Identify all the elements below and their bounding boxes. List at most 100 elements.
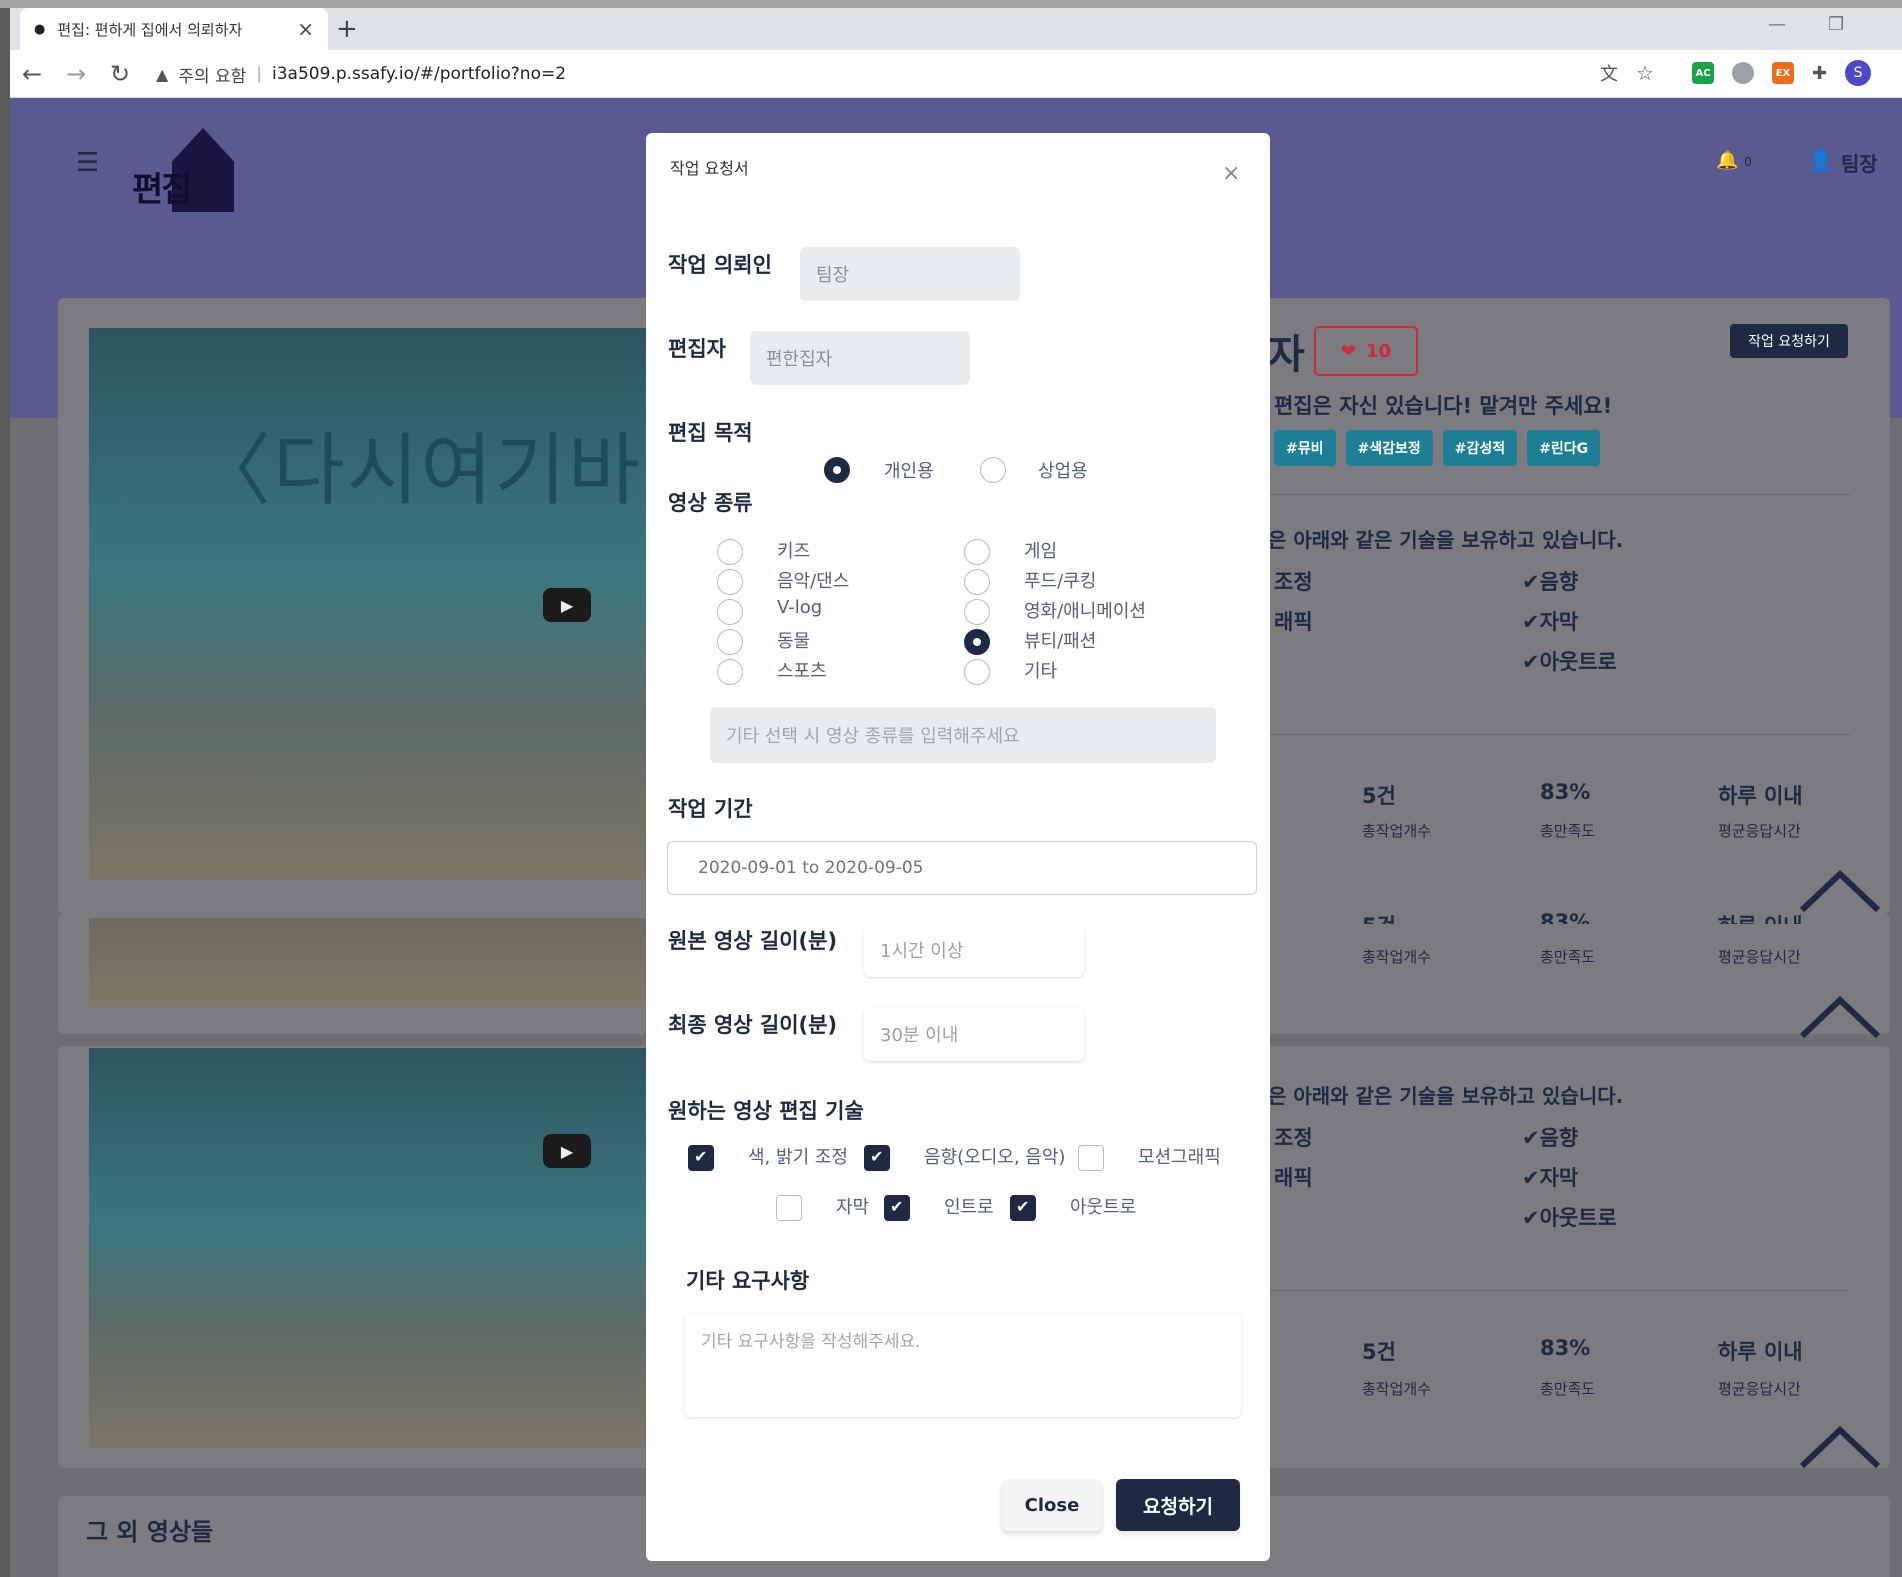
tag-list: #뮤비 #색감보정 #감성적 #린다G — [1274, 430, 1601, 466]
translate-icon[interactable]: 文 — [1600, 60, 1618, 86]
reload-icon[interactable]: ↻ — [110, 60, 130, 88]
radio-label: 음악/댄스 — [777, 571, 850, 592]
tab-title: 편집: 편하게 집에서 의뢰하자 — [57, 20, 243, 39]
skills-label: 원하는 영상 편집 기술 — [668, 1099, 864, 1123]
tag-chip[interactable]: #색감보정 — [1345, 430, 1433, 466]
play-icon[interactable]: ▶ — [543, 588, 591, 622]
like-button[interactable]: ❤ 10 — [1314, 326, 1418, 376]
tag-chip[interactable]: #뮤비 — [1274, 430, 1336, 466]
checkbox-motion-graphics[interactable] — [1078, 1145, 1104, 1171]
extension-ex-icon[interactable]: EX — [1772, 62, 1794, 84]
stat-label: 총작업개수 — [1362, 822, 1432, 840]
period-label: 작업 기간 — [668, 797, 753, 821]
stat-value: 83% — [1540, 780, 1591, 804]
tag-chip[interactable]: #감성적 — [1442, 430, 1518, 466]
stat-label: 평균응답시간 — [1718, 822, 1801, 840]
url-text: i3a509.p.ssafy.io/#/portfolio?no=2 — [272, 64, 567, 84]
minimize-icon[interactable]: — — [1768, 14, 1786, 35]
checkbox-subtitles[interactable] — [776, 1195, 802, 1221]
stat-label: 총만족도 — [1540, 948, 1596, 966]
tag-chip[interactable]: #린다G — [1527, 430, 1601, 466]
close-button[interactable]: Close — [1002, 1479, 1102, 1531]
play-icon[interactable]: ▶ — [543, 1134, 591, 1168]
stat-label: 총만족도 — [1540, 1380, 1596, 1398]
menu-icon[interactable]: ☰ — [76, 148, 99, 178]
profile-avatar[interactable]: S — [1845, 60, 1872, 86]
skills-intro: 은 아래와 같은 기술을 보유하고 있습니다. — [1268, 1084, 1624, 1108]
final-length-input[interactable]: 30분 이내 — [864, 1007, 1084, 1061]
submit-request-button[interactable]: 요청하기 — [1116, 1479, 1240, 1531]
date-range-input[interactable]: 2020-09-01 to 2020-09-05 — [667, 841, 1257, 895]
new-tab-button[interactable]: + — [336, 14, 358, 44]
radio-kids[interactable] — [717, 539, 743, 565]
checkbox-intro[interactable] — [884, 1195, 910, 1221]
scroll-up-icon[interactable] — [1800, 868, 1880, 912]
skill-item: 조정 — [1274, 1126, 1313, 1150]
radio-vlog[interactable] — [717, 599, 743, 625]
forward-icon[interactable]: → — [66, 60, 86, 88]
extensions-puzzle-icon[interactable]: ✚ — [1812, 63, 1827, 84]
radio-label: 뷰티/패션 — [1024, 631, 1097, 652]
restore-icon[interactable]: ❐ — [1828, 14, 1844, 35]
portfolio-title: 자 — [1268, 332, 1305, 378]
address-separator: | — [256, 64, 263, 84]
work-request-modal: 작업 요청서 × 작업 의뢰인 팀장 편집자 편한집자 편집 목적 개인용 상업… — [646, 133, 1270, 1561]
stat-value: 5건 — [1362, 784, 1396, 808]
scroll-up-icon[interactable] — [1800, 994, 1880, 1038]
scroll-up-icon[interactable] — [1800, 1424, 1880, 1468]
radio-animal[interactable] — [717, 629, 743, 655]
radio-other[interactable] — [964, 659, 990, 685]
video-player[interactable]: ▶ — [89, 1048, 669, 1448]
radio-personal[interactable] — [824, 457, 850, 483]
checkbox-label: 모션그래픽 — [1138, 1147, 1221, 1168]
checkbox-label: 인트로 — [944, 1197, 994, 1218]
radio-label: 기타 — [1024, 661, 1058, 682]
radio-game[interactable] — [964, 539, 990, 565]
checkbox-outro[interactable] — [1010, 1195, 1036, 1221]
radio-sports[interactable] — [717, 659, 743, 685]
checkbox-color-brightness[interactable] — [688, 1145, 714, 1171]
back-icon[interactable]: ← — [22, 60, 42, 88]
radio-beauty-fashion[interactable] — [964, 629, 990, 655]
modal-title: 작업 요청서 — [670, 159, 749, 178]
stat-value: 하루 이내 — [1718, 1340, 1803, 1364]
radio-commercial[interactable] — [980, 457, 1006, 483]
browser-toolbar: ← → ↻ ▲ 주의 요함 | i3a509.p.ssafy.io/#/port… — [10, 50, 1902, 98]
tab-close-icon[interactable]: × — [297, 17, 314, 41]
tab-strip: ● 편집: 편하게 집에서 의뢰하자 × + — ❐ — [10, 8, 1902, 50]
site-logo[interactable]: 편집 — [132, 128, 244, 212]
checkbox-audio[interactable] — [864, 1145, 890, 1171]
radio-movie-animation[interactable] — [964, 599, 990, 625]
extension-ac-icon[interactable]: AC — [1692, 62, 1714, 84]
security-label: 주의 요함 — [178, 66, 247, 87]
stat-value: 하루 이내 — [1718, 910, 1803, 924]
radio-label: 게임 — [1024, 541, 1058, 562]
editor-label: 편집자 — [668, 337, 726, 361]
stat-label: 총작업개수 — [1362, 1380, 1432, 1398]
skills-intro: 은 아래와 같은 기술을 보유하고 있습니다. — [1268, 528, 1624, 552]
stat-value: 83% — [1540, 1336, 1591, 1360]
notification-bell[interactable]: 🔔 0 — [1716, 150, 1752, 171]
radio-food-cooking[interactable] — [964, 569, 990, 595]
browser-tab[interactable]: ● 편집: 편하게 집에서 의뢰하자 × — [20, 8, 328, 50]
original-length-input[interactable]: 1시간 이상 — [864, 923, 1084, 977]
divider — [1270, 734, 1850, 735]
video-overlay-text: 〈다시여기바닷가 — [193, 426, 669, 516]
skill-item: ✔음향 — [1522, 1126, 1579, 1150]
radio-label: 상업용 — [1038, 461, 1088, 482]
close-icon[interactable]: × — [1222, 161, 1240, 186]
bookmark-star-icon[interactable]: ☆ — [1636, 61, 1654, 85]
radio-music-dance[interactable] — [717, 569, 743, 595]
divider — [1270, 1290, 1850, 1291]
heart-icon: ❤ — [1340, 340, 1357, 362]
user-menu[interactable]: 👤 팀장 — [1808, 148, 1878, 177]
video-player[interactable] — [89, 918, 669, 1008]
stat-label: 평균응답시간 — [1718, 948, 1801, 966]
video-player[interactable]: 〈다시여기바닷가 ▶ — [89, 328, 669, 880]
work-request-button[interactable]: 작업 요청하기 — [1730, 324, 1848, 358]
extension-shield-icon[interactable] — [1732, 62, 1754, 84]
stat-value: 83% — [1540, 910, 1591, 924]
extra-requirements-textarea[interactable]: 기타 요구사항을 작성해주세요. — [685, 1313, 1241, 1417]
address-bar[interactable]: ▲ 주의 요함 | i3a509.p.ssafy.io/#/portfolio?… — [156, 56, 1706, 92]
other-type-input[interactable]: 기타 선택 시 영상 종류를 입력해주세요 — [710, 707, 1216, 763]
